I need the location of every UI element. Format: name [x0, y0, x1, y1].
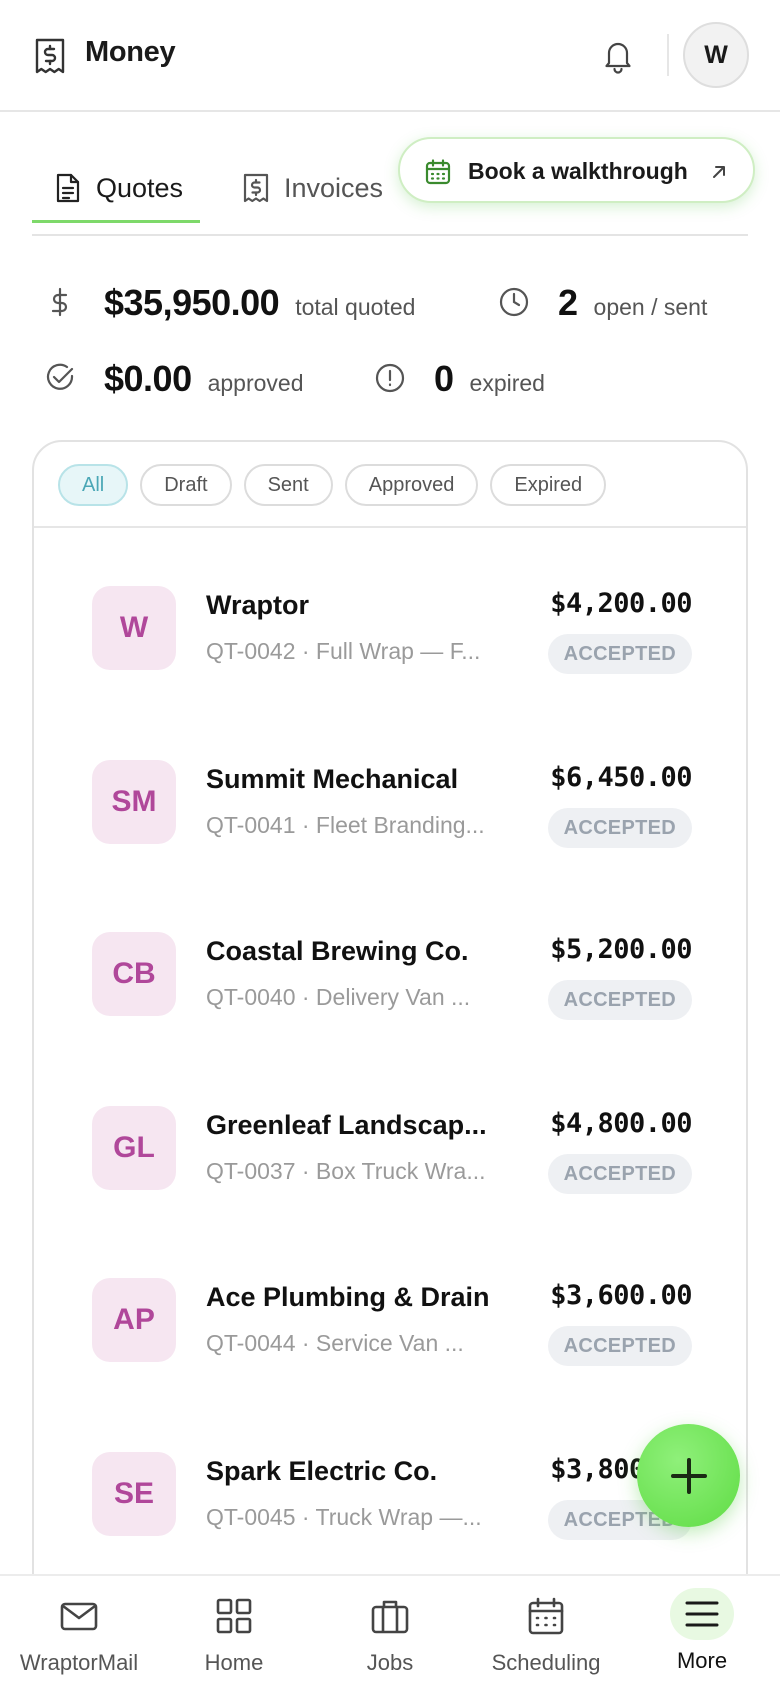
- tab-quotes-label: Quotes: [96, 172, 184, 203]
- header-divider: [667, 34, 669, 76]
- filter-chip-approved[interactable]: Approved: [344, 464, 479, 506]
- expired-value: 0: [434, 358, 454, 399]
- grid-icon: [212, 1594, 256, 1638]
- nav-item-wraptormail[interactable]: WraptorMail: [1, 1576, 157, 1688]
- active-tab-indicator: [32, 220, 200, 223]
- menu-icon: [670, 1588, 734, 1640]
- quote-amount: $5,200.00: [550, 934, 692, 965]
- client-avatar: CB: [92, 932, 176, 1016]
- stat-open-sent: 2 open / sent: [499, 282, 708, 324]
- app-header: Money W: [0, 0, 780, 112]
- status-badge: ACCEPTED: [547, 980, 692, 1020]
- receipt-dollar-icon: [243, 173, 269, 203]
- tab-invoices[interactable]: Invoices: [242, 162, 383, 214]
- quote-row[interactable]: CB Coastal Brewing Co. QT-0040 · Deliver…: [92, 932, 692, 1020]
- stat-total-quoted: $35,950.00 total quoted: [51, 282, 416, 324]
- check-circle-icon: [46, 363, 74, 390]
- client-name: Coastal Brewing Co.: [206, 936, 469, 966]
- tab-quotes[interactable]: Quotes: [54, 162, 183, 214]
- client-name: Summit Mechanical: [206, 764, 459, 794]
- quote-amount: $3,600.00: [550, 1280, 692, 1311]
- quote-description: QT-0037 · Box Truck Wra...: [206, 1158, 486, 1184]
- quote-description: QT-0041 · Fleet Branding...: [206, 812, 485, 838]
- page-title: Money: [85, 36, 176, 68]
- quote-row[interactable]: GL Greenleaf Landscap... QT-0037 · Box T…: [92, 1106, 692, 1194]
- filter-chip-sent[interactable]: Sent: [243, 464, 333, 506]
- calendar-icon: [425, 159, 451, 185]
- nav-label: Home: [204, 1650, 264, 1675]
- client-avatar: SM: [92, 760, 176, 844]
- stat-expired: 0 expired: [375, 358, 545, 400]
- filter-chip-draft[interactable]: Draft: [140, 464, 232, 506]
- nav-label: WraptorMail: [19, 1650, 139, 1675]
- client-avatar: GL: [92, 1106, 176, 1190]
- quote-amount: $6,450.00: [550, 762, 692, 793]
- book-walkthrough-label: Book a walkthrough: [468, 158, 688, 184]
- approved-value: $0.00: [104, 358, 192, 399]
- approved-label: approved: [207, 370, 304, 396]
- clock-icon: [499, 287, 529, 317]
- quote-row[interactable]: W Wraptor QT-0042 · Full Wrap — F... $4,…: [92, 586, 692, 674]
- quote-description: QT-0040 · Delivery Van ...: [206, 984, 471, 1010]
- quote-amount: $4,200.00: [550, 588, 692, 619]
- bell-icon[interactable]: [600, 38, 636, 74]
- nav-item-home[interactable]: Home: [156, 1576, 312, 1688]
- quote-description: QT-0042 · Full Wrap — F...: [206, 638, 481, 664]
- external-arrow-icon: [713, 166, 725, 178]
- client-avatar: SE: [92, 1452, 176, 1536]
- client-avatar: AP: [92, 1278, 176, 1362]
- calendar-icon: [524, 1594, 568, 1638]
- user-avatar[interactable]: W: [683, 22, 749, 88]
- mail-icon: [57, 1594, 101, 1638]
- nav-label: Scheduling: [491, 1650, 601, 1675]
- plus-icon: [670, 1457, 707, 1494]
- nav-item-more[interactable]: More: [624, 1576, 780, 1688]
- filter-chips: All Draft Sent Approved Expired: [58, 464, 607, 506]
- client-avatar: W: [92, 586, 176, 670]
- total-quoted-label: total quoted: [295, 294, 416, 320]
- card-divider: [34, 526, 746, 528]
- quote-description: QT-0044 · Service Van ...: [206, 1330, 464, 1356]
- nav-label: More: [676, 1648, 728, 1673]
- status-badge: ACCEPTED: [547, 808, 692, 848]
- bottom-navigation: WraptorMail Home Jobs Scheduling More: [0, 1574, 780, 1688]
- client-name: Wraptor: [206, 590, 310, 620]
- status-badge: ACCEPTED: [547, 1326, 692, 1366]
- expired-label: expired: [469, 370, 545, 396]
- filter-chip-all[interactable]: All: [58, 464, 129, 506]
- quote-row[interactable]: SM Summit Mechanical QT-0041 · Fleet Bra…: [92, 760, 692, 848]
- document-icon: [56, 173, 80, 203]
- client-name: Spark Electric Co.: [206, 1456, 438, 1486]
- stat-approved: $0.00 approved: [46, 358, 304, 400]
- dollar-icon: [51, 287, 68, 317]
- nav-item-scheduling[interactable]: Scheduling: [468, 1576, 624, 1688]
- filter-chip-expired[interactable]: Expired: [490, 464, 607, 506]
- add-quote-button[interactable]: [637, 1424, 740, 1527]
- client-name: Ace Plumbing & Drain: [206, 1282, 490, 1312]
- quote-row[interactable]: SE Spark Electric Co. QT-0045 · Truck Wr…: [92, 1452, 692, 1540]
- nav-label: Jobs: [366, 1650, 414, 1675]
- open-sent-label: open / sent: [593, 294, 708, 320]
- open-sent-value: 2: [558, 282, 578, 323]
- tab-invoices-label: Invoices: [284, 172, 384, 203]
- status-badge: ACCEPTED: [547, 634, 692, 674]
- receipt-dollar-icon: [35, 38, 65, 74]
- client-name: Greenleaf Landscap...: [206, 1110, 487, 1140]
- status-badge: ACCEPTED: [547, 1154, 692, 1194]
- total-quoted-value: $35,950.00: [104, 282, 280, 323]
- book-walkthrough-button[interactable]: Book a walkthrough: [398, 137, 755, 203]
- quote-amount: $4,800.00: [550, 1108, 692, 1139]
- quote-row[interactable]: AP Ace Plumbing & Drain QT-0044 · Servic…: [92, 1278, 692, 1366]
- nav-item-jobs[interactable]: Jobs: [312, 1576, 468, 1688]
- alert-circle-icon: [375, 363, 405, 393]
- quotes-list-card: All Draft Sent Approved Expired W Wrapto…: [32, 440, 748, 1688]
- quote-description: QT-0045 · Truck Wrap —...: [206, 1504, 482, 1530]
- briefcase-icon: [368, 1594, 412, 1638]
